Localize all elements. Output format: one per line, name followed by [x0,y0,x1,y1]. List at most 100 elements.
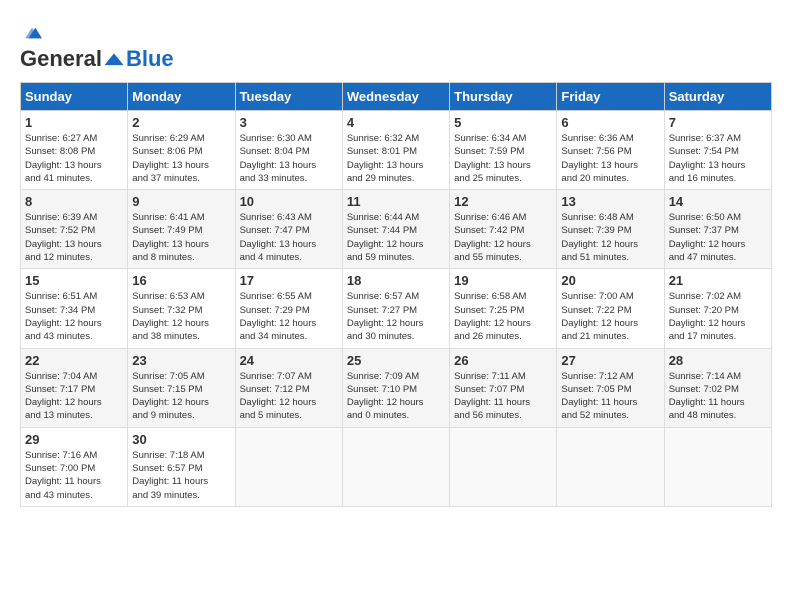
day-info: Sunrise: 6:29 AMSunset: 8:06 PMDaylight:… [132,132,230,185]
day-info: Sunrise: 7:14 AMSunset: 7:02 PMDaylight:… [669,370,767,423]
calendar-cell: 29 Sunrise: 7:16 AMSunset: 7:00 PMDaylig… [21,427,128,506]
calendar-cell: 22 Sunrise: 7:04 AMSunset: 7:17 PMDaylig… [21,348,128,427]
day-info: Sunrise: 6:44 AMSunset: 7:44 PMDaylight:… [347,211,445,264]
day-info: Sunrise: 7:04 AMSunset: 7:17 PMDaylight:… [25,370,123,423]
calendar-cell: 17 Sunrise: 6:55 AMSunset: 7:29 PMDaylig… [235,269,342,348]
day-number: 21 [669,273,767,288]
day-info: Sunrise: 6:41 AMSunset: 7:49 PMDaylight:… [132,211,230,264]
calendar-cell [664,427,771,506]
day-info: Sunrise: 6:27 AMSunset: 8:08 PMDaylight:… [25,132,123,185]
day-info: Sunrise: 7:18 AMSunset: 6:57 PMDaylight:… [132,449,230,502]
calendar-cell: 20 Sunrise: 7:00 AMSunset: 7:22 PMDaylig… [557,269,664,348]
calendar-body: 1 Sunrise: 6:27 AMSunset: 8:08 PMDayligh… [21,111,772,507]
calendar-cell: 19 Sunrise: 6:58 AMSunset: 7:25 PMDaylig… [450,269,557,348]
calendar-week-row: 8 Sunrise: 6:39 AMSunset: 7:52 PMDayligh… [21,190,772,269]
day-number: 3 [240,115,338,130]
day-info: Sunrise: 6:43 AMSunset: 7:47 PMDaylight:… [240,211,338,264]
day-number: 27 [561,353,659,368]
calendar-cell [235,427,342,506]
calendar-cell: 16 Sunrise: 6:53 AMSunset: 7:32 PMDaylig… [128,269,235,348]
day-number: 22 [25,353,123,368]
column-header-sunday: Sunday [21,83,128,111]
calendar-cell: 25 Sunrise: 7:09 AMSunset: 7:10 PMDaylig… [342,348,449,427]
page-header: General Blue [20,20,772,72]
day-number: 12 [454,194,552,209]
day-info: Sunrise: 6:50 AMSunset: 7:37 PMDaylight:… [669,211,767,264]
day-number: 10 [240,194,338,209]
calendar-week-row: 15 Sunrise: 6:51 AMSunset: 7:34 PMDaylig… [21,269,772,348]
logo-bird-icon [103,49,125,71]
day-info: Sunrise: 6:46 AMSunset: 7:42 PMDaylight:… [454,211,552,264]
day-number: 30 [132,432,230,447]
calendar-cell [557,427,664,506]
day-number: 20 [561,273,659,288]
calendar-cell: 5 Sunrise: 6:34 AMSunset: 7:59 PMDayligh… [450,111,557,190]
day-number: 9 [132,194,230,209]
day-number: 18 [347,273,445,288]
column-header-thursday: Thursday [450,83,557,111]
calendar-cell: 24 Sunrise: 7:07 AMSunset: 7:12 PMDaylig… [235,348,342,427]
logo-text-general: General [20,46,102,71]
day-info: Sunrise: 6:30 AMSunset: 8:04 PMDaylight:… [240,132,338,185]
calendar-cell: 26 Sunrise: 7:11 AMSunset: 7:07 PMDaylig… [450,348,557,427]
calendar-cell: 7 Sunrise: 6:37 AMSunset: 7:54 PMDayligh… [664,111,771,190]
day-info: Sunrise: 6:36 AMSunset: 7:56 PMDaylight:… [561,132,659,185]
logo-text-blue: Blue [126,46,174,71]
calendar-cell: 14 Sunrise: 6:50 AMSunset: 7:37 PMDaylig… [664,190,771,269]
calendar-cell: 6 Sunrise: 6:36 AMSunset: 7:56 PMDayligh… [557,111,664,190]
day-info: Sunrise: 6:57 AMSunset: 7:27 PMDaylight:… [347,290,445,343]
calendar-week-row: 22 Sunrise: 7:04 AMSunset: 7:17 PMDaylig… [21,348,772,427]
column-header-wednesday: Wednesday [342,83,449,111]
day-number: 24 [240,353,338,368]
day-number: 7 [669,115,767,130]
calendar-week-row: 29 Sunrise: 7:16 AMSunset: 7:00 PMDaylig… [21,427,772,506]
day-info: Sunrise: 6:53 AMSunset: 7:32 PMDaylight:… [132,290,230,343]
calendar-cell: 15 Sunrise: 6:51 AMSunset: 7:34 PMDaylig… [21,269,128,348]
day-info: Sunrise: 6:58 AMSunset: 7:25 PMDaylight:… [454,290,552,343]
day-info: Sunrise: 6:55 AMSunset: 7:29 PMDaylight:… [240,290,338,343]
logo-icon [22,23,42,43]
day-number: 13 [561,194,659,209]
day-number: 5 [454,115,552,130]
calendar-cell: 1 Sunrise: 6:27 AMSunset: 8:08 PMDayligh… [21,111,128,190]
day-info: Sunrise: 6:51 AMSunset: 7:34 PMDaylight:… [25,290,123,343]
day-number: 8 [25,194,123,209]
day-number: 15 [25,273,123,288]
day-info: Sunrise: 6:39 AMSunset: 7:52 PMDaylight:… [25,211,123,264]
calendar-cell: 8 Sunrise: 6:39 AMSunset: 7:52 PMDayligh… [21,190,128,269]
day-number: 19 [454,273,552,288]
day-info: Sunrise: 7:16 AMSunset: 7:00 PMDaylight:… [25,449,123,502]
day-number: 23 [132,353,230,368]
calendar-cell: 30 Sunrise: 7:18 AMSunset: 6:57 PMDaylig… [128,427,235,506]
calendar-cell: 18 Sunrise: 6:57 AMSunset: 7:27 PMDaylig… [342,269,449,348]
calendar-header-row: SundayMondayTuesdayWednesdayThursdayFrid… [21,83,772,111]
calendar-week-row: 1 Sunrise: 6:27 AMSunset: 8:08 PMDayligh… [21,111,772,190]
day-info: Sunrise: 7:12 AMSunset: 7:05 PMDaylight:… [561,370,659,423]
day-number: 4 [347,115,445,130]
calendar-cell: 9 Sunrise: 6:41 AMSunset: 7:49 PMDayligh… [128,190,235,269]
calendar-cell: 13 Sunrise: 6:48 AMSunset: 7:39 PMDaylig… [557,190,664,269]
day-info: Sunrise: 6:32 AMSunset: 8:01 PMDaylight:… [347,132,445,185]
calendar-cell: 23 Sunrise: 7:05 AMSunset: 7:15 PMDaylig… [128,348,235,427]
day-number: 11 [347,194,445,209]
day-info: Sunrise: 7:11 AMSunset: 7:07 PMDaylight:… [454,370,552,423]
day-info: Sunrise: 6:37 AMSunset: 7:54 PMDaylight:… [669,132,767,185]
day-number: 17 [240,273,338,288]
day-number: 6 [561,115,659,130]
day-info: Sunrise: 7:00 AMSunset: 7:22 PMDaylight:… [561,290,659,343]
calendar-cell: 2 Sunrise: 6:29 AMSunset: 8:06 PMDayligh… [128,111,235,190]
day-info: Sunrise: 7:05 AMSunset: 7:15 PMDaylight:… [132,370,230,423]
calendar-cell: 10 Sunrise: 6:43 AMSunset: 7:47 PMDaylig… [235,190,342,269]
calendar-cell: 21 Sunrise: 7:02 AMSunset: 7:20 PMDaylig… [664,269,771,348]
day-number: 28 [669,353,767,368]
day-number: 29 [25,432,123,447]
calendar-cell: 27 Sunrise: 7:12 AMSunset: 7:05 PMDaylig… [557,348,664,427]
column-header-monday: Monday [128,83,235,111]
column-header-friday: Friday [557,83,664,111]
calendar-cell: 3 Sunrise: 6:30 AMSunset: 8:04 PMDayligh… [235,111,342,190]
calendar-cell [342,427,449,506]
day-info: Sunrise: 6:34 AMSunset: 7:59 PMDaylight:… [454,132,552,185]
day-info: Sunrise: 7:02 AMSunset: 7:20 PMDaylight:… [669,290,767,343]
calendar-cell: 28 Sunrise: 7:14 AMSunset: 7:02 PMDaylig… [664,348,771,427]
calendar-cell: 11 Sunrise: 6:44 AMSunset: 7:44 PMDaylig… [342,190,449,269]
